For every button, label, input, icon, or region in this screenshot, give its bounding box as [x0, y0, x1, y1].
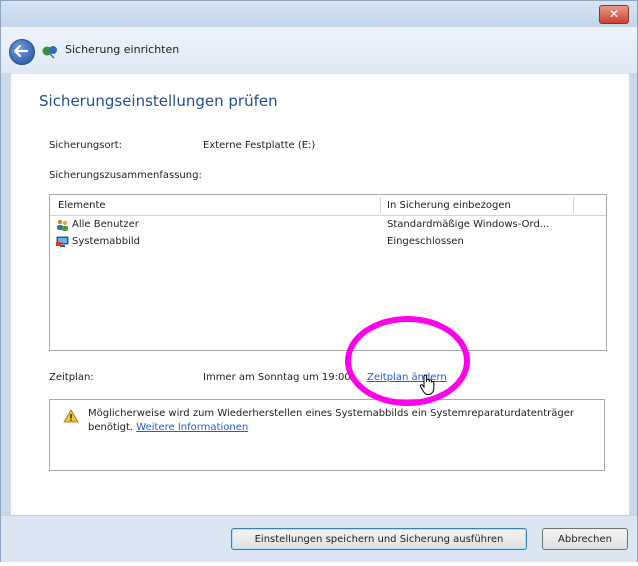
backup-summary-label: Sicherungszusammenfassung: — [49, 170, 202, 181]
system-image-icon — [56, 236, 69, 247]
more-info-link[interactable]: Weitere Informationen — [136, 422, 248, 433]
dialog-window: ✕ Sicherung einrichten Sicherungseinstel… — [0, 0, 638, 562]
schedule-value: Immer am Sonntag um 19:00 — [203, 372, 351, 383]
list-item[interactable]: Alle Benutzer Standardmäßige Windows-Ord… — [50, 217, 606, 234]
column-header-elements[interactable]: Elemente — [58, 200, 106, 211]
hand-cursor-icon — [419, 374, 435, 395]
cancel-button[interactable]: Abbrechen — [542, 528, 628, 550]
warning-icon — [63, 409, 79, 423]
close-button[interactable]: ✕ — [599, 5, 629, 24]
backup-summary-list[interactable]: Elemente In Sicherung einbezogen Alle Be… — [49, 194, 607, 351]
title-bar: ✕ — [1, 1, 637, 27]
nav-title: Sicherung einrichten — [65, 43, 180, 56]
users-icon — [57, 219, 68, 231]
column-divider — [380, 197, 381, 213]
content-panel: Sicherungseinstellungen prüfen Sicherung… — [11, 73, 629, 516]
column-header-included[interactable]: In Sicherung einbezogen — [387, 200, 511, 211]
row-name: Systemabbild — [72, 236, 141, 247]
back-arrow-icon — [14, 45, 28, 57]
list-header: Elemente In Sicherung einbezogen — [50, 195, 606, 216]
navigation-bar: Sicherung einrichten — [1, 27, 637, 73]
save-and-run-backup-button[interactable]: Einstellungen speichern und Sicherung au… — [231, 528, 527, 550]
row-value: Eingeschlossen — [387, 236, 464, 247]
list-item[interactable]: Systemabbild Eingeschlossen — [50, 234, 606, 251]
back-button[interactable] — [9, 39, 35, 65]
info-box: Möglicherweise wird zum Wiederherstellen… — [49, 399, 605, 471]
backup-app-icon — [42, 46, 57, 59]
schedule-label: Zeitplan: — [49, 372, 94, 383]
button-bar: Einstellungen speichern und Sicherung au… — [1, 515, 637, 562]
row-name: Alle Benutzer — [72, 219, 139, 230]
info-text: Möglicherweise wird zum Wiederherstellen… — [88, 407, 588, 435]
row-value: Standardmäßige Windows-Ord... — [387, 219, 550, 230]
page-title: Sicherungseinstellungen prüfen — [39, 92, 278, 110]
backup-location-value: Externe Festplatte (E:) — [203, 140, 316, 151]
column-divider — [573, 197, 574, 213]
backup-location-label: Sicherungsort: — [49, 140, 122, 151]
